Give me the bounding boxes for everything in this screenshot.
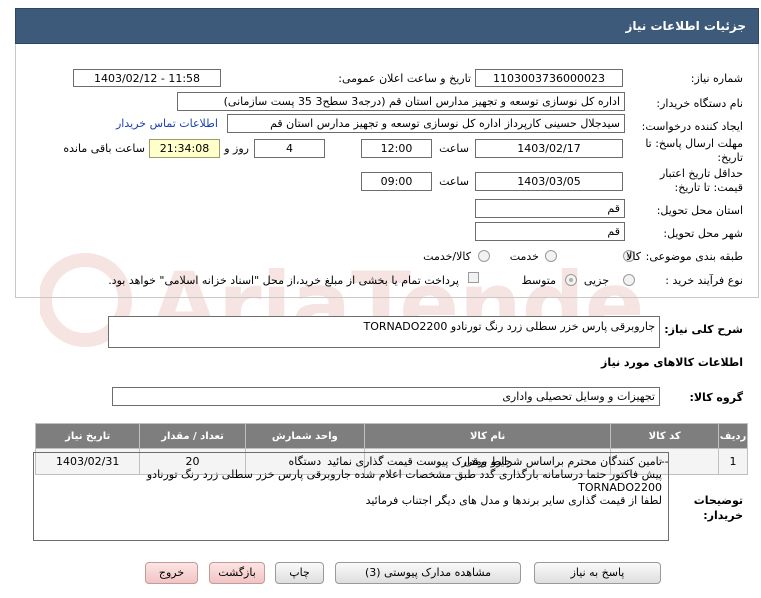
col-row-header: ردیف bbox=[717, 423, 749, 449]
buyer-org-field: اداره کل نوسازی توسعه و تجهیز مدارس استا… bbox=[177, 92, 625, 111]
purchase-type-label: نوع فرآیند خرید : bbox=[665, 274, 743, 287]
days-field: 4 bbox=[254, 139, 325, 158]
col-name-header: نام کالا bbox=[363, 423, 612, 449]
type-medium-label: متوسط bbox=[521, 274, 556, 287]
notes-textarea[interactable]: تامین کنندگان محترم براساس شرایط ومدارک … bbox=[33, 452, 669, 541]
reply-time-field: 12:00 bbox=[361, 139, 432, 158]
reply-time-label: ساعت bbox=[439, 142, 469, 155]
creator-field: سیدجلال حسینی کارپرداز اداره کل نوسازی ت… bbox=[227, 114, 625, 133]
print-button[interactable]: چاپ bbox=[275, 562, 324, 584]
back-button[interactable]: بازگشت bbox=[209, 562, 265, 584]
buyer-contact-link[interactable]: اطلاعات تماس خریدار bbox=[116, 117, 218, 130]
announce-label: تاریخ و ساعت اعلان عمومی: bbox=[338, 72, 471, 85]
type-minor-radio[interactable] bbox=[623, 274, 635, 286]
notes-line: لطفا از قیمت گذاری سایر برندها و مدل های… bbox=[365, 494, 662, 507]
page-title: جزئیات اطلاعات نیاز bbox=[625, 19, 746, 33]
type-minor-label: جزیی bbox=[583, 274, 609, 287]
reply-deadline-label: مهلت ارسال پاسخ: تا تاریخ: bbox=[645, 137, 743, 164]
notes-line: TORNADO2200 bbox=[578, 481, 662, 494]
cell-row: 1 bbox=[717, 448, 749, 475]
validity-date-field: 1403/03/05 bbox=[475, 172, 623, 191]
remaining-time-label: ساعت باقی مانده bbox=[63, 142, 145, 155]
creator-label: ایجاد کننده درخواست: bbox=[641, 120, 743, 133]
notes-line: تامین کنندگان محترم براساس شرایط ومدارک … bbox=[327, 455, 662, 468]
reply-date-field: 1403/02/17 bbox=[475, 139, 623, 158]
city-field: قم bbox=[475, 222, 625, 241]
table-header-row: ردیف کد کالا نام کالا واحد شمارش تعداد /… bbox=[34, 423, 749, 449]
reply-button[interactable]: پاسخ به نیاز bbox=[534, 562, 661, 584]
col-unit-header: واحد شمارش bbox=[244, 423, 365, 449]
exit-button[interactable]: خروج bbox=[145, 562, 198, 584]
type-medium-radio[interactable] bbox=[565, 274, 577, 286]
goods-group-label: گروه کالا: bbox=[689, 391, 743, 404]
remaining-time-field: 21:34:08 bbox=[149, 139, 220, 158]
category-label: طبقه بندی موضوعی: bbox=[645, 250, 743, 263]
summary-label: شرح کلی نیاز: bbox=[664, 323, 743, 336]
validity-label: حداقل تاریخ اعتبار قیمت: تا تاریخ: bbox=[659, 167, 743, 194]
category-service-label: خدمت bbox=[509, 250, 539, 263]
view-attachments-button[interactable]: مشاهده مدارک پیوستی (3) bbox=[335, 562, 521, 584]
need-number-field: 1103003736000023 bbox=[475, 69, 623, 87]
category-service-radio[interactable] bbox=[545, 250, 557, 262]
category-goods-label: کالا bbox=[626, 250, 641, 263]
summary-textarea[interactable]: جاروبرقی پارس خزر سطلی زرد رنگ تورنادو T… bbox=[108, 316, 660, 348]
days-label: روز و bbox=[224, 142, 249, 155]
validity-time-label: ساعت bbox=[439, 175, 469, 188]
col-code-header: کد کالا bbox=[610, 423, 719, 449]
buyer-org-label: نام دستگاه خریدار: bbox=[656, 97, 743, 110]
treasury-bond-checkbox[interactable] bbox=[468, 272, 479, 283]
category-goods-service-radio[interactable] bbox=[478, 250, 490, 262]
validity-time-field: 09:00 bbox=[361, 172, 432, 191]
province-field: قم bbox=[475, 199, 625, 218]
category-goods-service-label: کالا/خدمت bbox=[423, 250, 471, 263]
announce-field: 1403/02/12 - 11:58 bbox=[73, 69, 221, 87]
title-bar: جزئیات اطلاعات نیاز bbox=[15, 8, 759, 44]
notes-label: توضیحات خریدار: bbox=[693, 494, 743, 522]
goods-group-field: تجهیزات و وسایل تحصیلی واداری bbox=[112, 387, 660, 406]
city-label: شهر محل تحویل: bbox=[663, 227, 743, 240]
need-number-label: شماره نیاز: bbox=[690, 72, 743, 85]
province-label: استان محل تحویل: bbox=[656, 204, 743, 217]
col-qty-header: تعداد / مقدار bbox=[139, 423, 246, 449]
col-date-header: تاریخ نیاز bbox=[34, 423, 141, 449]
goods-section-title: اطلاعات کالاهای مورد نیاز bbox=[601, 356, 743, 369]
notes-line: پیش فاکتور حتما درسامانه بارگذاری گدد طب… bbox=[146, 468, 662, 481]
payment-note: پرداخت تمام یا بخشی از مبلغ خرید،از محل … bbox=[108, 274, 459, 287]
